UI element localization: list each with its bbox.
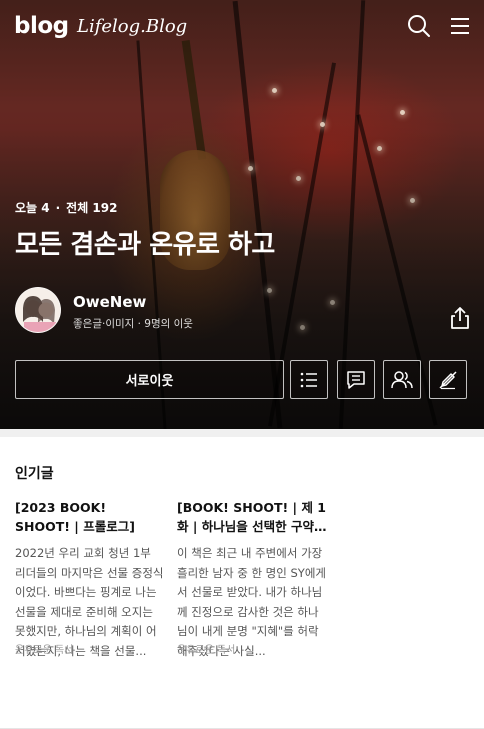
owner-nickname[interactable]: OweNew	[73, 293, 146, 311]
blog-name-logo[interactable]: Lifelog.Blog	[77, 16, 187, 37]
popular-post-card[interactable]: [2023 BOOK! SHOOT! | 프롤로그] 2022년 우리 교회 청…	[15, 498, 165, 661]
stats-separator: ·	[55, 201, 61, 215]
today-count: 오늘 4	[15, 201, 50, 215]
search-icon	[408, 15, 430, 37]
menu-button[interactable]	[446, 12, 474, 40]
share-icon	[451, 307, 469, 329]
share-button[interactable]	[446, 304, 474, 332]
write-disabled-button[interactable]	[429, 360, 467, 399]
post-category[interactable]: 온유로운 독서	[15, 641, 73, 656]
section-title: 인기글	[15, 466, 54, 482]
popular-post-card[interactable]: [BOOK! SHOOT! | 제 1화 | 하나님을 선택한 구약의... 이…	[177, 498, 327, 661]
avatar-image	[16, 288, 60, 332]
blog-logo[interactable]: blog	[14, 13, 69, 39]
post-category[interactable]: 온유로운 독서	[177, 641, 235, 656]
search-button[interactable]	[405, 12, 433, 40]
menu-icon	[451, 18, 469, 34]
visitor-stats: 오늘 4 · 전체 192	[15, 199, 117, 216]
post-title[interactable]: [2023 BOOK! SHOOT! | 프롤로그]	[15, 498, 165, 536]
mutual-neighbor-button[interactable]: 서로이웃	[15, 360, 284, 399]
popular-posts-section: 인기글 [2023 BOOK! SHOOT! | 프롤로그] 2022년 우리 …	[0, 429, 484, 729]
guestbook-icon	[347, 370, 365, 389]
post-title[interactable]: [BOOK! SHOOT! | 제 1화 | 하나님을 선택한 구약의...	[177, 498, 327, 536]
post-list-button[interactable]	[290, 360, 328, 399]
avatar[interactable]	[15, 287, 61, 333]
total-count: 전체 192	[66, 201, 118, 215]
list-icon	[300, 372, 317, 387]
guestbook-button[interactable]	[337, 360, 375, 399]
no-edit-icon	[439, 370, 457, 389]
blog-title: 모든 겸손과 온유로 하고	[15, 230, 275, 260]
neighbors-icon	[391, 370, 413, 388]
owner-meta: 좋은글·이미지 · 9명의 이웃	[73, 318, 193, 330]
top-bar: blog Lifelog.Blog	[0, 0, 484, 54]
neighbors-button[interactable]	[383, 360, 421, 399]
